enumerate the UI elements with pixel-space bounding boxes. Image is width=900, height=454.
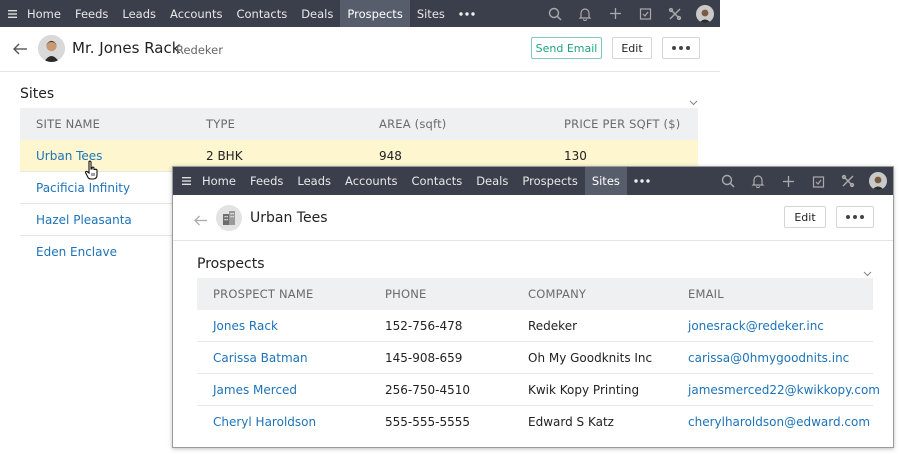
site-header: Urban Tees Edit (173, 195, 893, 241)
prospect-phone: 145-908-659 (385, 350, 463, 365)
column-header[interactable]: AREA (sqft) (363, 117, 548, 131)
prospects-table: PROSPECT NAME PHONE COMPANY EMAIL Jones … (197, 278, 880, 438)
prospect-name-link[interactable]: Cheryl Haroldson (197, 415, 369, 429)
column-header[interactable]: TYPE (190, 117, 363, 131)
nav-item-contacts[interactable]: Contacts (229, 0, 294, 27)
prospect-phone: 555-555-5555 (385, 415, 471, 429)
site-name-link[interactable]: Eden Enclave (20, 245, 190, 259)
more-modules-icon[interactable] (627, 167, 657, 195)
nav-item-accounts[interactable]: Accounts (163, 0, 229, 27)
more-icon (672, 46, 690, 50)
site-name-link[interactable]: Hazel Pleasanta (20, 213, 190, 227)
record-name: Mr. Jones Rack (72, 39, 181, 57)
nav-item-accounts[interactable]: Accounts (338, 167, 404, 195)
site-area: 948 (379, 148, 402, 163)
nav-item-sites[interactable]: Sites (584, 167, 627, 195)
table-row[interactable]: Cheryl Haroldson 555-555-5555 Edward S K… (197, 406, 873, 438)
prospect-name-link[interactable]: Jones Rack (197, 319, 369, 333)
site-name-link[interactable]: Urban Tees (20, 149, 190, 163)
column-header[interactable]: PROSPECT NAME (197, 287, 369, 301)
table-header: SITE NAME TYPE AREA (sqft) PRICE PER SQF… (20, 108, 698, 140)
contact-avatar (38, 35, 65, 62)
nav-item-leads[interactable]: Leads (290, 167, 338, 195)
column-header[interactable]: PHONE (369, 287, 512, 301)
hamburger-menu-icon[interactable] (0, 9, 20, 18)
prospect-email-link[interactable]: jonesrack@redeker.inc (672, 319, 873, 333)
table-header: PROSPECT NAME PHONE COMPANY EMAIL (197, 278, 873, 310)
table-row[interactable]: Carissa Batman 145-908-659 Oh My Goodkni… (197, 342, 873, 374)
prospect-phone: 152-756-478 (385, 318, 463, 333)
prospect-company: Oh My Goodknits Inc (528, 350, 653, 365)
edit-button[interactable]: Edit (784, 206, 826, 228)
bell-icon[interactable] (743, 167, 773, 195)
edit-button[interactable]: Edit (612, 37, 652, 59)
more-actions-button[interactable] (662, 37, 700, 59)
calendar-icon[interactable] (630, 0, 660, 27)
nav-item-deals[interactable]: Deals (294, 0, 340, 27)
bell-icon[interactable] (570, 0, 600, 27)
settings-tools-icon[interactable] (660, 0, 690, 27)
building-icon (216, 205, 242, 231)
prospect-email-link[interactable]: jamesmerced22@kwikkopy.com (672, 383, 880, 397)
more-icon (846, 215, 864, 219)
more-modules-icon[interactable] (452, 0, 482, 27)
search-icon[interactable] (540, 0, 570, 27)
hand-cursor-icon (84, 160, 100, 184)
prospect-phone: 256-750-4510 (385, 382, 471, 397)
nav-item-deals[interactable]: Deals (469, 167, 515, 195)
more-actions-button[interactable] (836, 206, 874, 228)
calendar-icon[interactable] (803, 167, 833, 195)
site-title: Urban Tees (250, 210, 328, 226)
add-icon[interactable] (773, 167, 803, 195)
nav-item-home[interactable]: Home (20, 0, 68, 27)
prospect-name-link[interactable]: James Merced (197, 383, 369, 397)
nav-item-prospects[interactable]: Prospects (515, 167, 584, 195)
settings-tools-icon[interactable] (833, 167, 863, 195)
nav-item-contacts[interactable]: Contacts (404, 167, 469, 195)
prospect-company: Kwik Kopy Printing (528, 382, 640, 397)
prospect-company: Edward S Katz (528, 415, 614, 429)
nav-item-sites[interactable]: Sites (410, 0, 452, 27)
user-avatar[interactable] (690, 0, 720, 27)
prospect-company: Redeker (528, 318, 578, 333)
record-company: Redeker (176, 43, 223, 57)
nav-item-home[interactable]: Home (195, 167, 243, 195)
site-detail-window: Home Feeds Leads Accounts Contacts Deals… (172, 166, 894, 448)
back-arrow-icon[interactable] (12, 40, 28, 59)
send-email-button[interactable]: Send Email (531, 37, 602, 59)
top-nav: Home Feeds Leads Accounts Contacts Deals… (173, 167, 893, 195)
nav-item-feeds[interactable]: Feeds (243, 167, 290, 195)
column-header[interactable]: EMAIL (672, 287, 873, 301)
back-arrow-icon[interactable] (193, 211, 208, 230)
top-nav: Home Feeds Leads Accounts Contacts Deals… (0, 0, 720, 27)
search-icon[interactable] (713, 167, 743, 195)
column-header[interactable]: SITE NAME (20, 117, 190, 131)
prospect-email-link[interactable]: cherylharoldson@edward.com (672, 415, 873, 429)
prospect-name-link[interactable]: Carissa Batman (197, 351, 369, 365)
table-row[interactable]: Jones Rack 152-756-478 Redeker jonesrack… (197, 310, 873, 342)
hamburger-menu-icon[interactable] (173, 177, 195, 185)
column-header[interactable]: COMPANY (512, 287, 672, 301)
record-header: Mr. Jones Rack Redeker Send Email Edit (0, 27, 720, 72)
nav-item-leads[interactable]: Leads (115, 0, 163, 27)
site-price: 130 (564, 148, 587, 163)
table-row[interactable]: James Merced 256-750-4510 Kwik Kopy Prin… (197, 374, 880, 406)
column-header[interactable]: PRICE PER SQFT ($) (548, 117, 698, 131)
prospects-section-title: Prospects (197, 256, 265, 272)
sites-section-title: Sites (20, 86, 55, 102)
prospect-email-link[interactable]: carissa@0hmygoodnits.inc (672, 351, 873, 365)
site-name-link[interactable]: Pacificia Infinity (20, 181, 190, 195)
user-avatar[interactable] (863, 167, 893, 195)
nav-item-prospects[interactable]: Prospects (340, 0, 410, 27)
nav-item-feeds[interactable]: Feeds (68, 0, 115, 27)
site-type: 2 BHK (206, 148, 243, 163)
add-icon[interactable] (600, 0, 630, 27)
